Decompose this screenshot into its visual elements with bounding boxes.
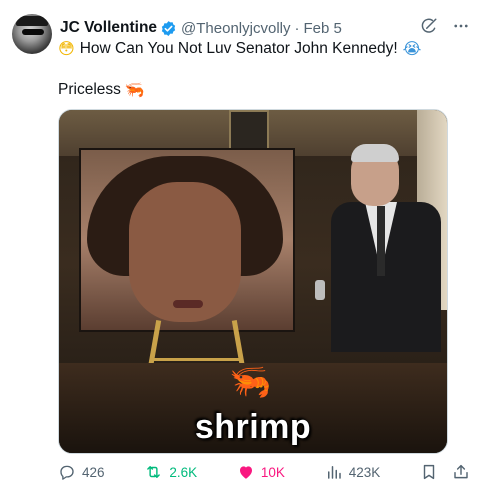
reply-icon <box>58 463 76 481</box>
author-handle[interactable]: @Theonlyjcvolly <box>181 20 290 37</box>
caption-shrimp-emoji: 🦐 <box>229 362 272 402</box>
views-chart-icon <box>325 463 343 481</box>
verified-badge-icon <box>160 20 177 37</box>
like-button[interactable]: 10K <box>237 463 285 481</box>
crying-face-emoji: 😭 <box>402 39 422 58</box>
tweet-date[interactable]: Feb 5 <box>303 20 341 37</box>
bookmark-icon[interactable] <box>420 463 438 481</box>
bookmark-share-group <box>420 463 470 481</box>
avatar-hat <box>16 16 48 26</box>
views-button[interactable]: 423K <box>325 463 381 481</box>
tweet-text: 😳 How Can You Not Luv Senator John Kenne… <box>58 39 462 59</box>
priceless-text: Priceless <box>58 80 121 98</box>
video-caption: shrimp <box>194 408 312 446</box>
reply-button[interactable]: 426 <box>58 463 105 481</box>
senator-tie <box>377 206 385 276</box>
author-avatar[interactable] <box>12 14 52 54</box>
repost-button[interactable]: 2.6K <box>144 463 197 481</box>
senator-hair <box>351 144 399 162</box>
grok-icon[interactable] <box>420 17 438 35</box>
tweet-second-line: Priceless 🦐 <box>58 80 145 99</box>
share-icon[interactable] <box>452 463 470 481</box>
microphone <box>315 280 325 300</box>
heart-icon <box>237 463 255 481</box>
poster-mouth <box>173 300 203 308</box>
easel-crossbar <box>151 358 241 361</box>
flushed-face-emoji: 😳 <box>58 39 75 58</box>
tweet-header: JC Vollentine @Theonlyjcvolly · Feb 5 <box>60 17 470 39</box>
avatar-sunglasses <box>22 29 44 35</box>
reply-count: 426 <box>82 464 105 480</box>
tweet-media-video[interactable]: 🦐 shrimp <box>58 109 448 454</box>
tweet-text-body: How Can You Not Luv Senator John Kennedy… <box>79 40 398 57</box>
repost-icon <box>144 463 163 481</box>
more-icon[interactable] <box>452 17 470 35</box>
header-actions <box>420 17 470 35</box>
tweet-actions: 426 2.6K 10K 423K <box>58 459 470 485</box>
repost-count: 2.6K <box>169 464 198 480</box>
shrimp-emoji: 🦐 <box>124 80 145 99</box>
view-count: 423K <box>348 464 381 480</box>
poster-photo <box>79 148 295 332</box>
header-separator: · <box>294 19 300 37</box>
author-name[interactable]: JC Vollentine <box>60 19 157 37</box>
like-count: 10K <box>260 464 285 480</box>
